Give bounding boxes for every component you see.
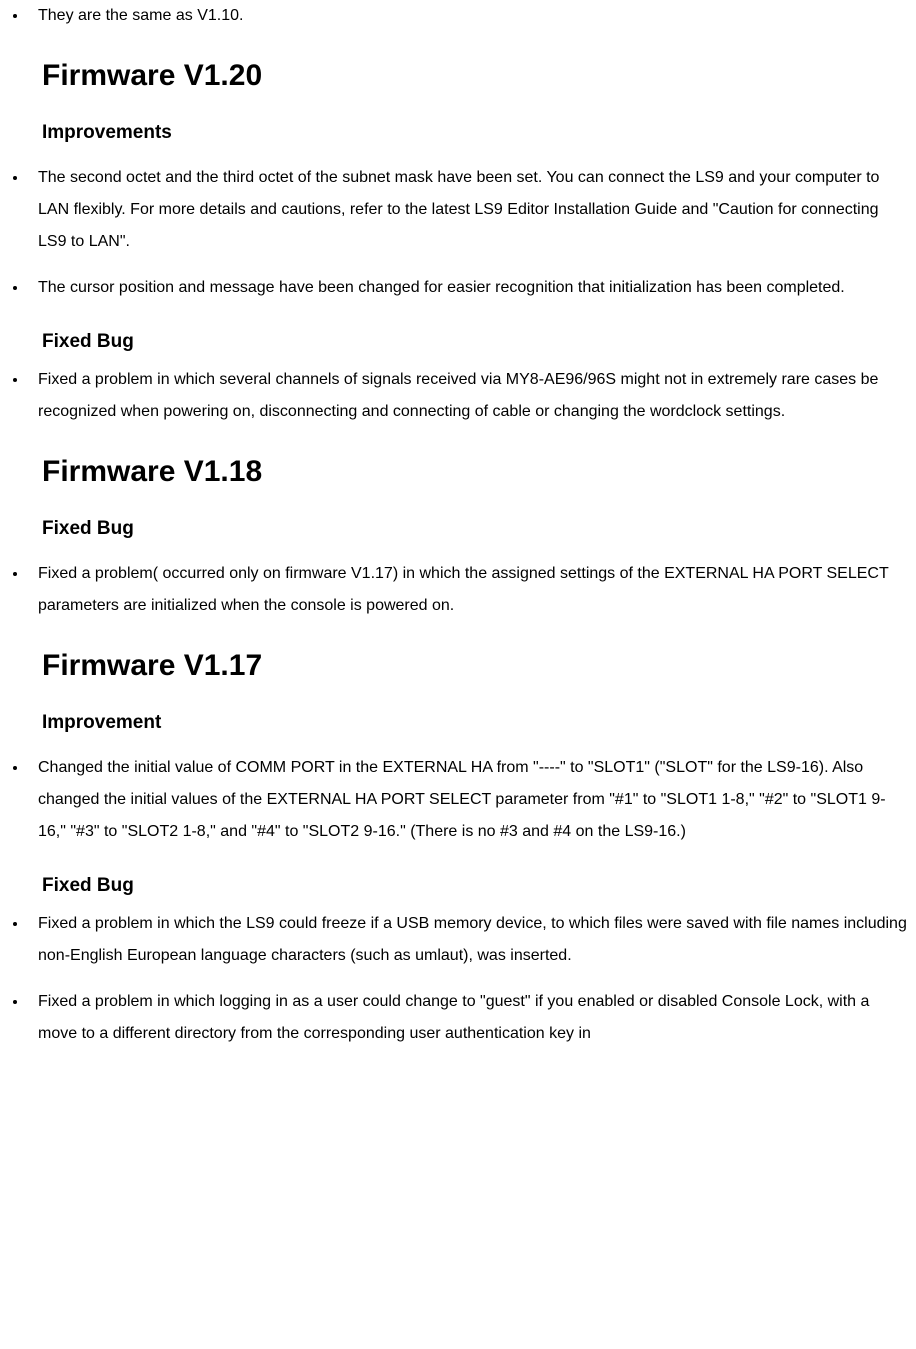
subheading-fixed-bug: Fixed Bug xyxy=(42,874,908,899)
list-item: Fixed a problem in which the LS9 could f… xyxy=(28,908,908,972)
subheading-fixed-bug: Fixed Bug xyxy=(42,330,908,355)
subheading-fixed-bug: Fixed Bug xyxy=(42,517,908,542)
improvement-list-v117: Changed the initial value of COMM PORT i… xyxy=(8,752,908,848)
list-item: The cursor position and message have bee… xyxy=(28,272,908,304)
fixed-list-v120: Fixed a problem in which several channel… xyxy=(8,364,908,428)
page-content: They are the same as V1.10. Firmware V1.… xyxy=(0,0,916,1050)
improvements-list-v120: The second octet and the third octet of … xyxy=(8,162,908,304)
list-item: The second octet and the third octet of … xyxy=(28,162,908,258)
list-item: Changed the initial value of COMM PORT i… xyxy=(28,752,908,848)
list-item: Fixed a problem( occurred only on firmwa… xyxy=(28,558,908,622)
list-item: They are the same as V1.10. xyxy=(28,0,908,32)
heading-v118: Firmware V1.18 xyxy=(42,452,908,491)
list-item: Fixed a problem in which logging in as a… xyxy=(28,986,908,1050)
heading-v120: Firmware V1.20 xyxy=(42,56,908,95)
subheading-improvement: Improvement xyxy=(42,711,908,736)
fixed-list-v117: Fixed a problem in which the LS9 could f… xyxy=(8,908,908,1050)
heading-v117: Firmware V1.17 xyxy=(42,646,908,685)
list-item: Fixed a problem in which several channel… xyxy=(28,364,908,428)
fixed-list-v118: Fixed a problem( occurred only on firmwa… xyxy=(8,558,908,622)
intro-list: They are the same as V1.10. xyxy=(8,0,908,32)
subheading-improvements: Improvements xyxy=(42,121,908,146)
